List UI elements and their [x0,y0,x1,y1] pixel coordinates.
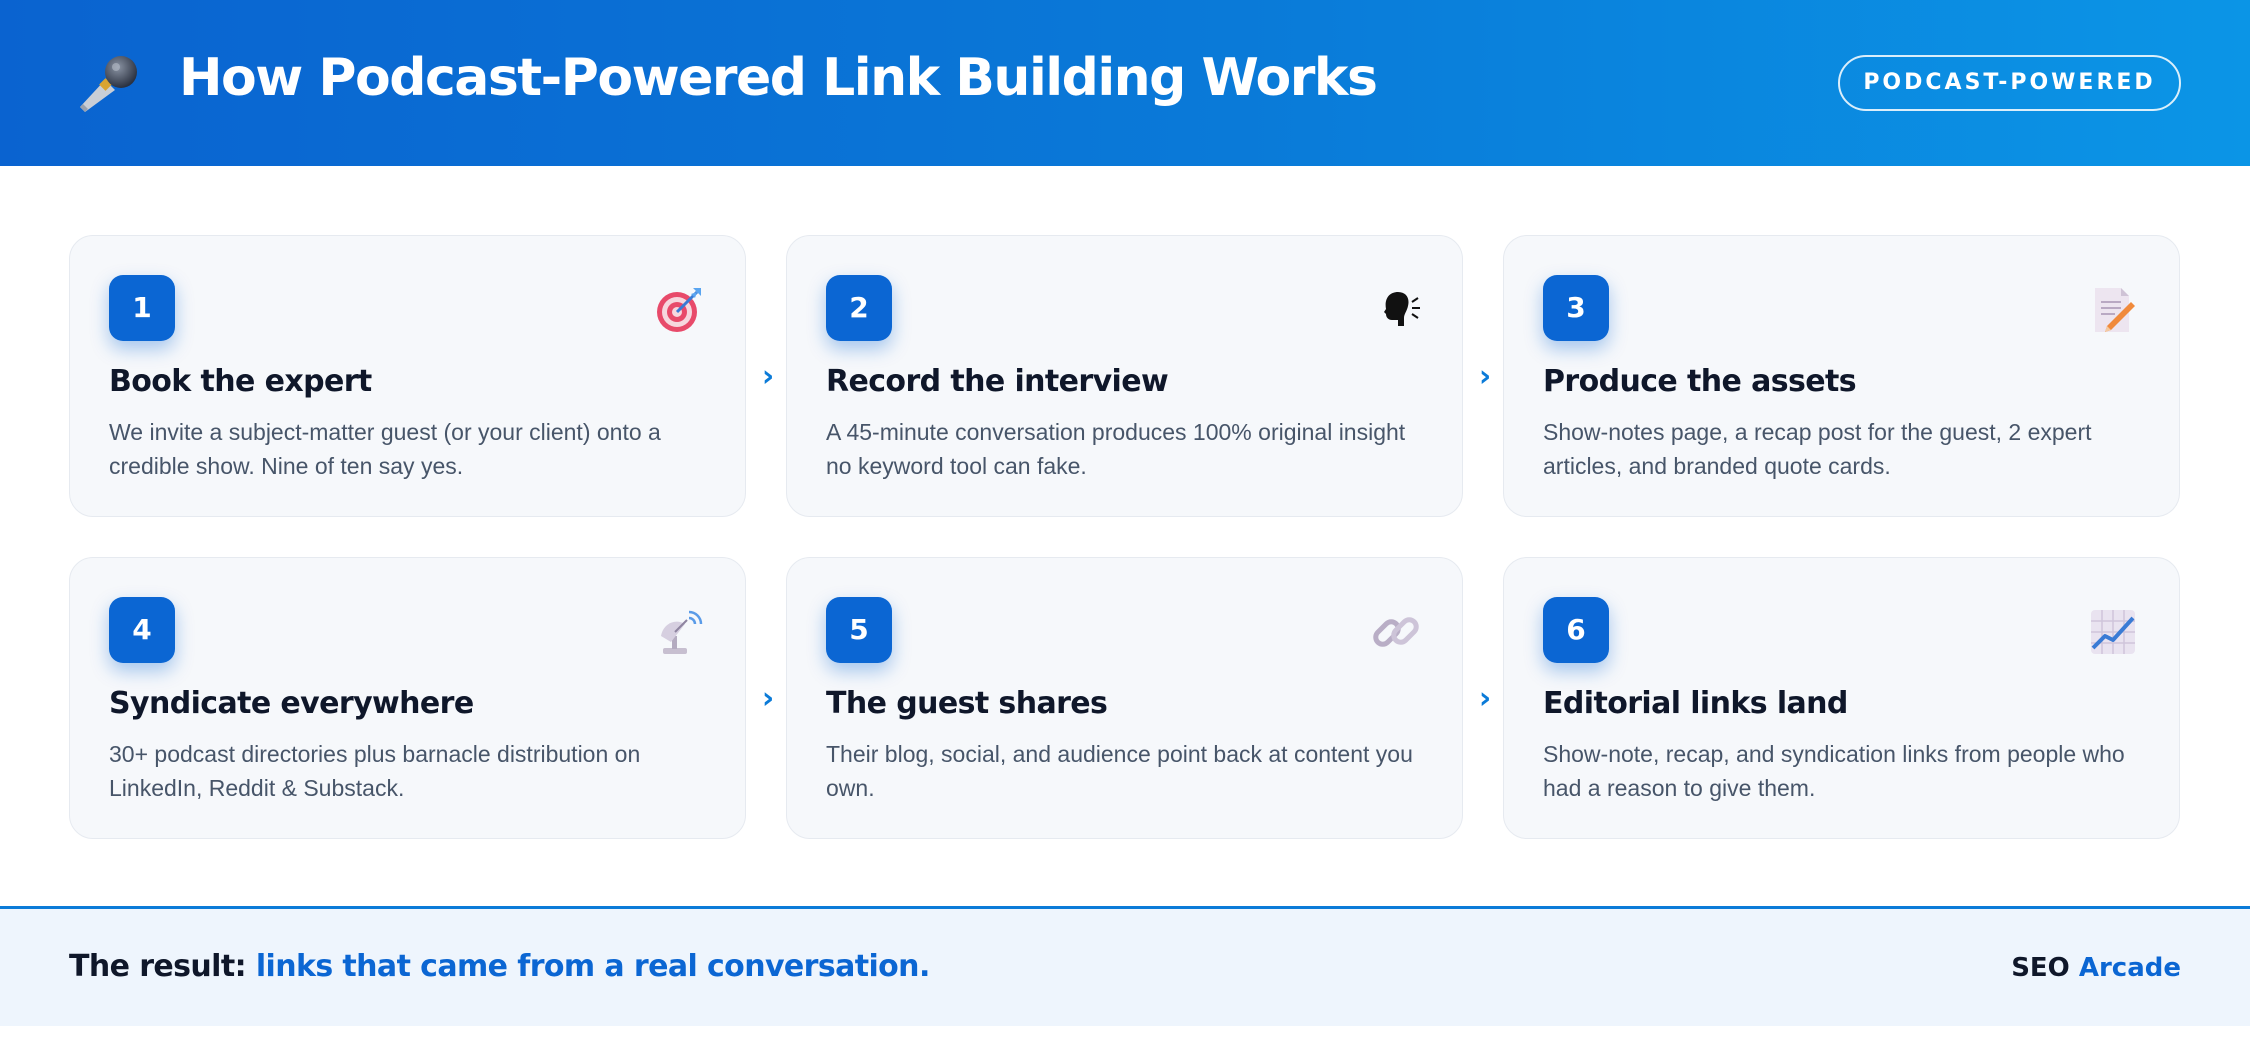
step-number-badge: 5 [826,597,892,663]
step-description: 30+ podcast directories plus barnacle di… [109,741,641,801]
satellite-dish-icon [661,610,703,654]
step-card-1: 1 Book the expert We invite a subject-ma… [69,235,746,517]
step-number-badge: 4 [109,597,175,663]
step-title: Syndicate everywhere [109,686,474,721]
flow-arrow-icon: › [1478,681,1492,716]
step-card-3: 3 Produce the assets Show-notes page, a … [1503,235,2180,517]
podcast-powered-badge: PODCAST-POWERED [1838,55,2181,111]
flow-arrow-icon: › [761,681,775,716]
target-icon [657,288,701,332]
speaking-head-icon [1384,292,1420,326]
step-description: A 45-minute conversation produces 100% o… [826,419,1406,479]
step-number-badge: 1 [109,275,175,341]
step-description: Their blog, social, and audience point b… [826,741,1413,801]
header-banner: How Podcast-Powered Link Building Works … [0,0,2250,166]
chart-increasing-icon [2091,610,2135,654]
step-title: Editorial links land [1543,686,1848,721]
step-description: Show-notes page, a recap post for the gu… [1543,419,2092,479]
step-title: The guest shares [826,686,1108,721]
step-number-badge: 6 [1543,597,1609,663]
brand-arcade: Arcade [2078,953,2181,983]
flow-arrow-icon: › [761,359,775,394]
step-card-4: 4 Syndicate everywhere 30+ podcast direc… [69,557,746,839]
step-card-6: 6 Editorial links land Show-note, recap,… [1503,557,2180,839]
step-title: Book the expert [109,364,372,399]
result-accent: links that came from a real conversation… [255,949,930,984]
brand-logo: SEO Arcade [2011,953,2181,983]
step-number-badge: 2 [826,275,892,341]
step-number-badge: 3 [1543,275,1609,341]
microphone-icon [80,56,137,112]
brand-seo: SEO [2011,953,2070,983]
step-title: Produce the assets [1543,364,1857,399]
footer-banner: The result: links that came from a real … [0,906,2250,1026]
memo-pencil-icon [2095,288,2135,332]
result-statement: The result: links that came from a real … [69,949,930,984]
step-description: Show-note, recap, and syndication links … [1543,741,2125,801]
flow-arrow-icon: › [1478,359,1492,394]
page-title: How Podcast-Powered Link Building Works [179,48,1378,108]
step-card-2: 2 Record the interview A 45-minute conve… [786,235,1463,517]
link-icon [1373,617,1419,647]
step-title: Record the interview [826,364,1169,399]
step-description: We invite a subject-matter guest (or you… [109,419,661,479]
result-lead: The result: [69,949,247,984]
step-card-5: 5 The guest shares Their blog, social, a… [786,557,1463,839]
